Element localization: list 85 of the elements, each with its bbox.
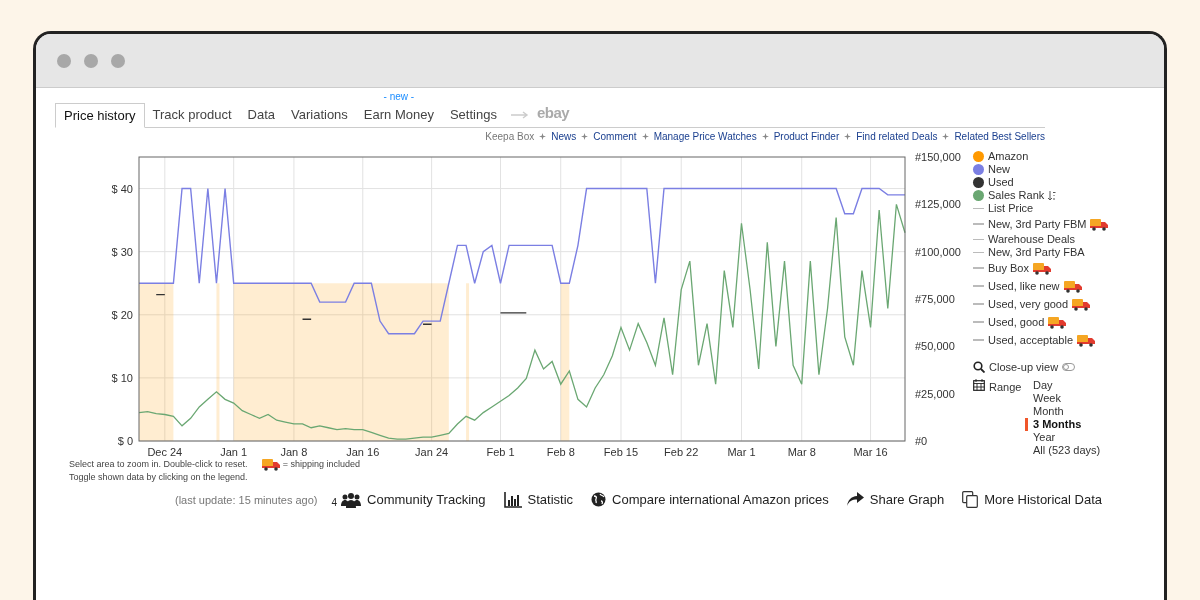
link[interactable]: Manage Price Watches	[653, 128, 757, 144]
link[interactable]: Find related Deals	[856, 128, 938, 144]
legend-item[interactable]: Used	[988, 176, 1014, 189]
legend-item[interactable]: Sales Rank	[988, 189, 1045, 202]
truck-icon	[261, 458, 280, 471]
people-icon	[341, 491, 362, 508]
axis-tick-label: $ 20	[111, 308, 133, 321]
new-label: - new -	[383, 90, 415, 104]
legend-item[interactable]: Amazon	[988, 150, 1029, 163]
axis-tick-label: Feb 8	[546, 446, 575, 458]
calendar-icon	[973, 378, 985, 391]
tab[interactable]: Track product	[144, 103, 240, 127]
range-label: Range	[989, 379, 1022, 395]
search-icon	[973, 361, 985, 374]
arrow-icon	[510, 111, 529, 119]
hint-text: = shipping included	[282, 458, 360, 471]
legend-item[interactable]: List Price	[988, 202, 1034, 215]
link[interactable]: Keepa Box	[485, 128, 535, 144]
axis-tick-label: #50,000	[915, 340, 955, 353]
axis-tick-label: Feb 1	[486, 446, 515, 458]
sort-icon	[1048, 190, 1057, 201]
link[interactable]: Product Finder	[773, 128, 840, 144]
legend-item[interactable]: New, 3rd Party FBM	[988, 217, 1087, 231]
axis-tick-label: Jan 16	[346, 446, 380, 458]
close-up-label: Close-up view	[989, 360, 1059, 375]
axis-tick-label: $ 0	[117, 435, 133, 447]
separator-icon	[844, 132, 852, 140]
share-icon	[846, 492, 864, 508]
axis-tick-label: #75,000	[915, 293, 955, 305]
range-option[interactable]: Year	[1033, 430, 1101, 444]
axis-tick-label: Jan 24	[415, 446, 449, 458]
separator-icon	[539, 132, 547, 140]
range-option[interactable]: 3 Months	[1025, 417, 1101, 431]
axis-tick-label: Jan 8	[280, 446, 308, 458]
legend-item[interactable]: Used, like new	[988, 279, 1060, 293]
range-option[interactable]: Week	[1033, 391, 1101, 405]
hint-text: Select area to zoom in. Double-click to reset.	[69, 458, 248, 471]
bar-chart-icon	[503, 491, 522, 508]
axis-tick-label: #100,000	[915, 245, 961, 258]
tracker-count: 4	[331, 495, 338, 510]
legend-item[interactable]: Used, acceptable	[988, 333, 1073, 347]
action-link[interactable]: Compare international Amazon prices	[591, 490, 829, 510]
legend-item[interactable]: Warehouse Deals	[988, 233, 1076, 246]
axis-tick-label: $ 30	[111, 245, 133, 258]
link[interactable]: Comment	[593, 128, 637, 144]
tab[interactable]: Earn Money	[355, 103, 442, 127]
range-option[interactable]: Month	[1033, 404, 1101, 418]
action-link[interactable]: 4 Community Tracking	[331, 490, 486, 510]
separator-icon	[761, 132, 769, 140]
tab[interactable]: Price history	[55, 103, 145, 128]
action-link[interactable]: Share Graph	[846, 490, 945, 510]
link[interactable]: News	[551, 128, 577, 144]
separator-icon	[942, 132, 950, 140]
axis-tick-label: #125,000	[915, 198, 961, 211]
tab[interactable]: Data	[239, 103, 283, 127]
last-update-text: (last update: 15 minutes ago)	[175, 492, 318, 508]
action-link[interactable]: More Historical Data	[962, 490, 1103, 510]
axis-tick-label: Jan 1	[220, 446, 248, 458]
axis-tick-label: $ 10	[111, 371, 133, 384]
range-option[interactable]: Day	[1033, 378, 1101, 392]
axis-tick-label: Mar 16	[853, 446, 888, 458]
globe-icon	[591, 492, 607, 508]
legend-item[interactable]: Used, good	[988, 315, 1045, 329]
axis-tick-label: #150,000	[915, 151, 961, 163]
tab[interactable]: Settings	[441, 103, 505, 127]
copy-icon	[962, 491, 979, 509]
axis-tick-label: Dec 24	[147, 446, 183, 458]
axis-tick-label: #0	[915, 435, 928, 447]
hint-text: Toggle shown data by clicking on the legend.	[69, 471, 248, 484]
separator-icon	[641, 132, 649, 140]
link[interactable]: Related Best Sellers	[954, 128, 1045, 144]
axis-tick-label: Mar 8	[787, 446, 816, 458]
range-option[interactable]: All (523 days)	[1033, 443, 1101, 457]
separator-icon	[581, 132, 589, 140]
legend-item[interactable]: Buy Box	[988, 261, 1029, 275]
legend-item[interactable]: New, 3rd Party FBA	[988, 246, 1085, 259]
legend-item[interactable]: Used, very good	[988, 297, 1069, 311]
axis-tick-label: Feb 15	[603, 446, 639, 458]
axis-tick-label: $ 40	[111, 182, 133, 195]
legend-item[interactable]: New	[988, 163, 1010, 176]
action-link[interactable]: Statistic	[503, 490, 574, 510]
axis-tick-label: Mar 1	[727, 446, 756, 458]
axis-tick-label: Feb 22	[664, 446, 699, 458]
tab[interactable]: Variations	[283, 103, 356, 127]
axis-tick-label: #25,000	[915, 387, 955, 400]
